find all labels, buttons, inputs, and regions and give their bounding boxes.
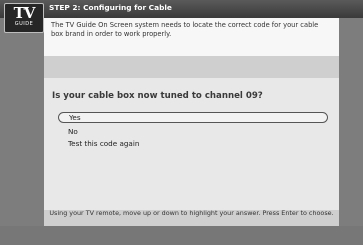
logo-tv-text: TV (13, 4, 36, 22)
bottom-frame (0, 226, 363, 245)
logo-guide-text: GUIDE (14, 21, 34, 27)
right-frame (339, 0, 363, 245)
step-title: STEP 2: Configuring for Cable (49, 3, 172, 12)
header-bar: STEP 2: Configuring for Cable (0, 0, 363, 18)
info-text: The TV Guide On Screen system needs to l… (51, 21, 319, 38)
option-yes[interactable]: Yes (58, 112, 328, 123)
info-box: The TV Guide On Screen system needs to l… (44, 18, 339, 56)
tv-screen: STEP 2: Configuring for Cable The TV Gui… (0, 0, 363, 245)
left-frame (0, 0, 44, 245)
option-label: Yes (69, 113, 81, 122)
option-no[interactable]: No (58, 126, 328, 137)
question-text: Is your cable box now tuned to channel 0… (52, 91, 263, 101)
option-test-again[interactable]: Test this code again (58, 138, 328, 149)
tv-guide-logo: TV GUIDE (4, 3, 44, 33)
option-label: No (68, 127, 78, 136)
option-label: Test this code again (68, 139, 140, 148)
footer-instructions: Using your TV remote, move up or down to… (49, 209, 334, 217)
